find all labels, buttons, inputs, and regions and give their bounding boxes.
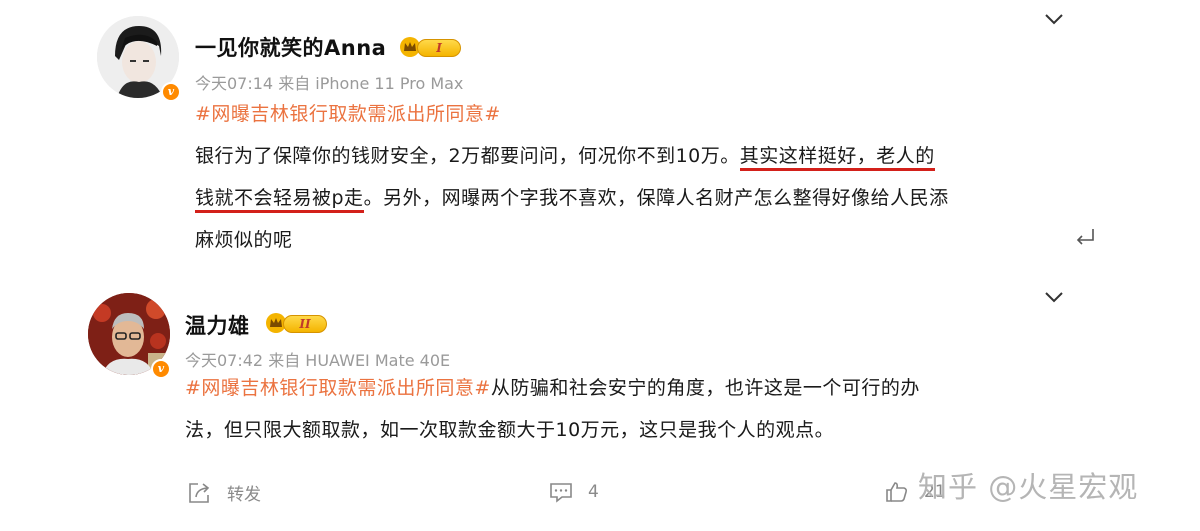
text-line-2: 钱就不会轻易被p走。另外，网曝两个字我不喜欢，保障人名财产怎么整得好像给人民添 xyxy=(195,177,1075,219)
text-segment: 银行为了保障你的钱财安全，2万都要问问，何况你不到10万。 xyxy=(195,145,740,167)
repost-button[interactable]: 转发 xyxy=(187,480,261,505)
author-name[interactable]: 一见你就笑的Anna xyxy=(195,32,386,62)
return-icon xyxy=(1076,229,1094,245)
text-segment: 。另外，网曝两个字我不喜欢，保障人名财产怎么整得好像给人民添 xyxy=(363,187,949,209)
text-line-1: 银行为了保障你的钱财安全，2万都要问问，何况你不到10万。其实这样挺好，老人的 xyxy=(195,135,1075,177)
watermark: 知乎 @火星宏观 xyxy=(918,470,1139,504)
hashtag-link[interactable]: #网曝吉林银行取款需派出所同意# xyxy=(195,93,1075,135)
like-icon xyxy=(886,482,908,502)
post-time: 今天07:14 xyxy=(195,74,274,93)
author-name[interactable]: 温力雄 xyxy=(185,310,250,340)
verified-badge: v xyxy=(151,359,171,379)
underlined-text: 其实这样挺好，老人的 xyxy=(739,145,935,171)
comment-text: #网曝吉林银行取款需派出所同意#从防骗和社会安宁的角度，也许这是一个可行的办 法… xyxy=(185,367,1055,451)
comment-item-1: v 一见你就笑的Anna I 今天07:14 来自 iPhone 11 Pro … xyxy=(0,0,1200,280)
comment-text: #网曝吉林银行取款需派出所同意# 银行为了保障你的钱财安全，2万都要问问，何况你… xyxy=(195,93,1075,261)
hashtag-link[interactable]: #网曝吉林银行取款需派出所同意# xyxy=(185,377,491,399)
post-meta: 今天07:14 来自 iPhone 11 Pro Max xyxy=(195,70,463,94)
chevron-down-icon[interactable] xyxy=(1043,12,1065,26)
verified-badge: v xyxy=(161,82,181,102)
chevron-down-icon[interactable] xyxy=(1043,290,1065,304)
repost-label: 转发 xyxy=(227,485,261,505)
rank-level: I xyxy=(417,39,461,57)
comment-count: 4 xyxy=(588,482,599,502)
underlined-text: 钱就不会轻易被p走 xyxy=(195,187,364,213)
post-source: 来自 iPhone 11 Pro Max xyxy=(278,74,464,93)
text-line-3: 麻烦似的呢 xyxy=(195,229,293,251)
text-segment: 从防骗和社会安宁的角度，也许这是一个可行的办 xyxy=(490,377,920,399)
text-line-1: #网曝吉林银行取款需派出所同意#从防骗和社会安宁的角度，也许这是一个可行的办 xyxy=(185,367,1055,409)
repost-icon xyxy=(189,482,210,503)
text-line-2: 法，但只限大额取款，如一次取款金额大于10万元，这只是我个人的观点。 xyxy=(185,419,835,441)
comment-icon xyxy=(550,483,572,503)
rank-level: II xyxy=(283,315,327,333)
comment-button[interactable]: 4 xyxy=(548,480,599,504)
